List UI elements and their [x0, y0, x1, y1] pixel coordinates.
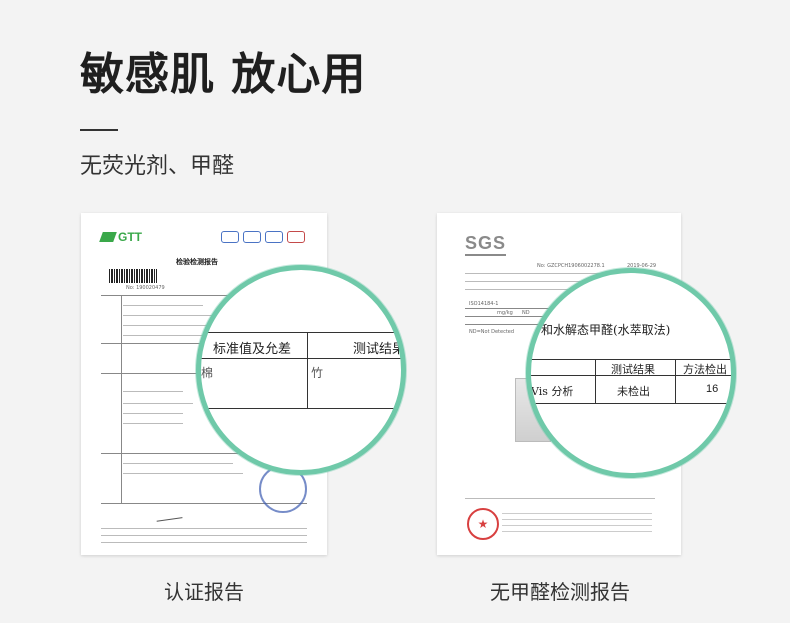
accreditation-icon [243, 231, 261, 243]
barcode [109, 269, 157, 283]
sgs-logo: SGS [465, 233, 507, 256]
right-magnifier: 和水解态甲醛(水萃取法) 测试结果 方法检出 Vis 分析 未检出 16 [526, 268, 736, 478]
sgs-standard: ISO14184-1 [469, 301, 499, 307]
gtt-logo-text: GTT [118, 230, 142, 244]
report-number: No: 190020479 [126, 285, 165, 291]
sgs-report-number: No: GZCPCH1906002278.1 [537, 263, 605, 269]
sgs-unit: mg/kg [497, 310, 513, 316]
magnified-header-detection-limit: 方法检出 [683, 363, 727, 376]
gtt-logo: GTT [99, 230, 142, 244]
magnified-header-result: 测试结果 [611, 363, 655, 376]
magnified-row-method: Vis 分析 [531, 385, 574, 398]
magnified-header-result: 测试结果 [353, 342, 406, 357]
magnified-row-result: 未检出 [617, 385, 650, 398]
title-divider [80, 129, 118, 131]
magnified-cell-cotton: 棉 [201, 366, 214, 380]
report-title: 检验检测报告 [176, 258, 218, 266]
sgs-stamp-icon: ★ [467, 508, 499, 540]
magnified-cell-bamboo: 竹 [311, 366, 324, 380]
magnified-row-value: 16 [706, 383, 719, 395]
magnified-header-standard: 标准值及允差 [213, 342, 292, 357]
sgs-result-small: ND [522, 310, 530, 316]
right-caption: 无甲醛检测报告 [490, 580, 630, 604]
page-subtitle: 无荧光剂、甲醛 [80, 154, 235, 179]
signature [155, 509, 183, 522]
accreditation-marks [221, 231, 305, 243]
left-caption: 认证报告 [164, 580, 244, 604]
accreditation-icon [287, 231, 305, 243]
magnified-title: 和水解态甲醛(水萃取法) [541, 323, 671, 337]
gtt-logo-icon [99, 232, 117, 242]
page-title: 敏感肌 放心用 [80, 49, 367, 100]
sgs-note: ND=Not Detected [469, 329, 515, 335]
accreditation-icon [265, 231, 283, 243]
left-magnifier: 标准值及允差 测试结果 棉 竹 [196, 265, 406, 475]
accreditation-icon [221, 231, 239, 243]
